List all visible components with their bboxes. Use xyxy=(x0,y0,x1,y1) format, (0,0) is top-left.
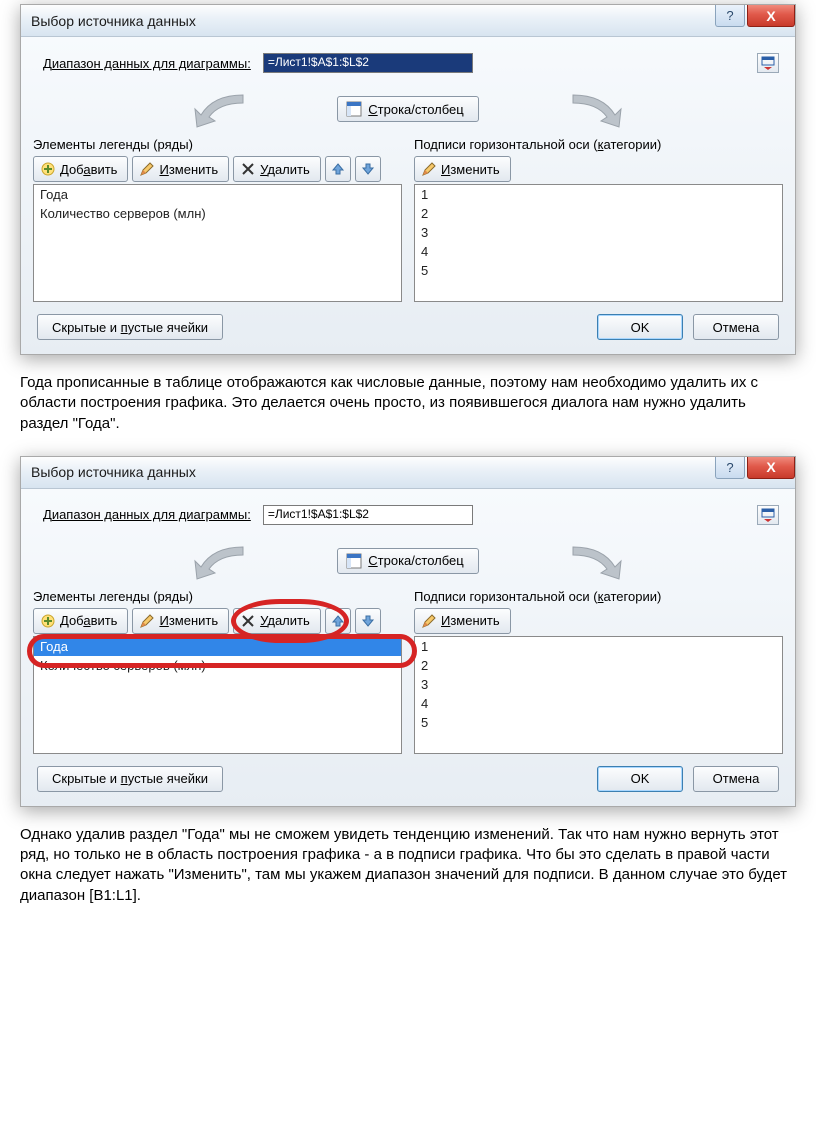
legend-series-panel: Элементы легенды (ряды) Добавить Изменит… xyxy=(33,589,402,754)
pencil-icon xyxy=(139,161,155,177)
arrow-right-icon xyxy=(543,541,643,581)
arrow-up-icon xyxy=(330,613,346,629)
list-item[interactable]: Количество серверов (млн) xyxy=(34,656,401,675)
pencil-icon xyxy=(421,613,437,629)
chart-range-input[interactable]: =Лист1!$A$1:$L$2 xyxy=(263,505,473,525)
move-down-button[interactable] xyxy=(355,608,381,634)
close-button[interactable]: X xyxy=(747,457,795,479)
dialog-body: Диапазон данных для диаграммы: =Лист1!$A… xyxy=(21,489,795,806)
delete-x-icon xyxy=(240,613,256,629)
list-item[interactable]: Года xyxy=(34,185,401,204)
add-series-button[interactable]: Добавить xyxy=(33,608,128,634)
arrow-down-icon xyxy=(360,161,376,177)
series-listbox[interactable]: Года Количество серверов (млн) xyxy=(33,184,402,302)
ok-button[interactable]: OK xyxy=(597,766,683,792)
legend-series-header: Элементы легенды (ряды) xyxy=(33,137,402,152)
delete-series-button[interactable]: Удалить xyxy=(233,156,321,182)
data-source-dialog-2: Выбор источника данных ? X Диапазон данн… xyxy=(20,456,796,807)
dialog-body: Диапазон данных для диаграммы: =Лист1!$A… xyxy=(21,37,795,354)
arrow-left-icon xyxy=(173,89,273,129)
titlebar[interactable]: Выбор источника данных ? X xyxy=(21,457,795,489)
list-item[interactable]: 5 xyxy=(415,713,782,732)
legend-series-panel: Элементы легенды (ряды) Добавить Изменит… xyxy=(33,137,402,302)
ok-button[interactable]: OK xyxy=(597,314,683,340)
collapse-icon xyxy=(760,55,776,71)
list-item[interactable]: 1 xyxy=(415,637,782,656)
collapse-icon xyxy=(760,507,776,523)
arrow-left-icon xyxy=(173,541,273,581)
swap-row-column-button[interactable]: Строка/столбец xyxy=(337,96,478,122)
axis-categories-panel: Подписи горизонтальной оси (категории) И… xyxy=(414,137,783,302)
cancel-button[interactable]: Отмена xyxy=(693,766,779,792)
list-item[interactable]: 4 xyxy=(415,242,782,261)
cancel-button[interactable]: Отмена xyxy=(693,314,779,340)
list-item[interactable]: 1 xyxy=(415,185,782,204)
arrow-right-icon xyxy=(543,89,643,129)
edit-series-button[interactable]: Изменить xyxy=(132,156,229,182)
collapse-range-button[interactable] xyxy=(757,505,779,525)
swap-row-column-button[interactable]: Строка/столбец xyxy=(337,548,478,574)
help-button[interactable]: ? xyxy=(715,457,745,479)
pencil-icon xyxy=(139,613,155,629)
add-icon xyxy=(40,613,56,629)
axis-categories-panel: Подписи горизонтальной оси (категории) И… xyxy=(414,589,783,754)
window-title: Выбор источника данных xyxy=(31,464,196,480)
list-item[interactable]: 2 xyxy=(415,656,782,675)
arrow-down-icon xyxy=(360,613,376,629)
hidden-empty-cells-button[interactable]: Скрытые и пустые ячейки xyxy=(37,766,223,792)
collapse-range-button[interactable] xyxy=(757,53,779,73)
edit-categories-button[interactable]: Изменить xyxy=(414,608,511,634)
window-title: Выбор источника данных xyxy=(31,13,196,29)
axis-categories-header: Подписи горизонтальной оси (категории) xyxy=(414,137,783,152)
swap-icon xyxy=(346,553,362,569)
list-item[interactable]: 5 xyxy=(415,261,782,280)
swap-icon xyxy=(346,101,362,117)
arrow-up-icon xyxy=(330,161,346,177)
move-down-button[interactable] xyxy=(355,156,381,182)
range-label: Диапазон данных для диаграммы: xyxy=(43,507,251,522)
help-button[interactable]: ? xyxy=(715,5,745,27)
categories-listbox[interactable]: 1 2 3 4 5 xyxy=(414,184,783,302)
add-icon xyxy=(40,161,56,177)
move-up-button[interactable] xyxy=(325,156,351,182)
range-label: Диапазон данных для диаграммы: xyxy=(43,56,251,71)
move-up-button[interactable] xyxy=(325,608,351,634)
list-item[interactable]: 3 xyxy=(415,675,782,694)
data-source-dialog-1: Выбор источника данных ? X Диапазон данн… xyxy=(20,4,796,355)
delete-series-button[interactable]: Удалить xyxy=(233,608,321,634)
edit-categories-button[interactable]: Изменить xyxy=(414,156,511,182)
list-item[interactable]: Количество серверов (млн) xyxy=(34,204,401,223)
series-listbox[interactable]: Года Количество серверов (млн) xyxy=(33,636,402,754)
hidden-empty-cells-button[interactable]: Скрытые и пустые ячейки xyxy=(37,314,223,340)
edit-series-button[interactable]: Изменить xyxy=(132,608,229,634)
close-button[interactable]: X xyxy=(747,5,795,27)
titlebar[interactable]: Выбор источника данных ? X xyxy=(21,5,795,37)
list-item[interactable]: 3 xyxy=(415,223,782,242)
paragraph-2: Однако удалив раздел "Года" мы не сможем… xyxy=(20,825,796,906)
chart-range-input[interactable]: =Лист1!$A$1:$L$2 xyxy=(263,53,473,73)
list-item[interactable]: 2 xyxy=(415,204,782,223)
axis-categories-header: Подписи горизонтальной оси (категории) xyxy=(414,589,783,604)
list-item[interactable]: 4 xyxy=(415,694,782,713)
add-series-button[interactable]: Добавить xyxy=(33,156,128,182)
pencil-icon xyxy=(421,161,437,177)
delete-x-icon xyxy=(240,161,256,177)
list-item[interactable]: Года xyxy=(34,637,401,656)
categories-listbox[interactable]: 1 2 3 4 5 xyxy=(414,636,783,754)
legend-series-header: Элементы легенды (ряды) xyxy=(33,589,402,604)
paragraph-1: Года прописанные в таблице отображаются … xyxy=(20,373,796,434)
